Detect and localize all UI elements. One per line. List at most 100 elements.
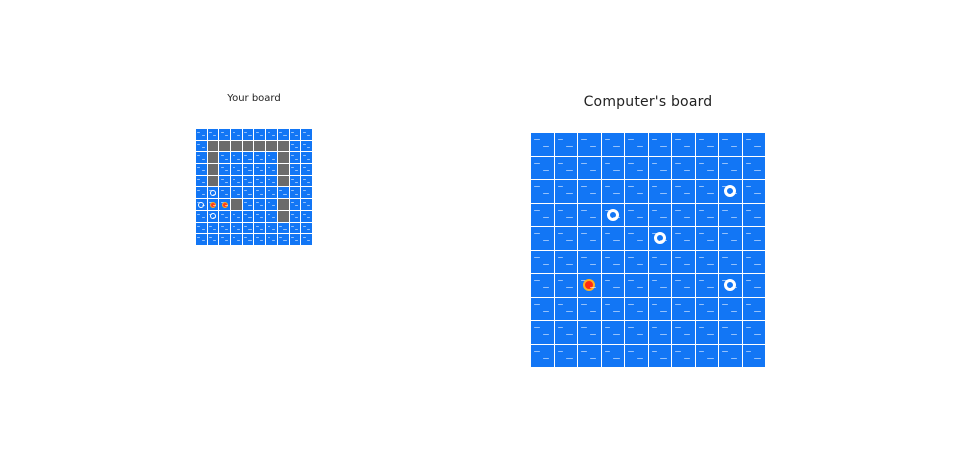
computer-board-cell[interactable] xyxy=(625,180,648,203)
computer-board-cell[interactable] xyxy=(554,133,577,156)
computer-board-cell[interactable] xyxy=(742,250,765,273)
computer-board-cell[interactable] xyxy=(648,156,671,179)
computer-board-cell[interactable] xyxy=(695,321,718,344)
computer-board-cell[interactable] xyxy=(578,274,601,297)
computer-board-cell[interactable] xyxy=(625,250,648,273)
computer-board-cell[interactable] xyxy=(625,344,648,367)
computer-board-cell[interactable] xyxy=(648,297,671,320)
computer-board-cell[interactable] xyxy=(578,297,601,320)
computer-board-cell[interactable] xyxy=(742,321,765,344)
computer-board-cell[interactable] xyxy=(695,133,718,156)
computer-board-cell[interactable] xyxy=(648,274,671,297)
computer-board-cell[interactable] xyxy=(601,156,624,179)
computer-board-cell[interactable] xyxy=(578,180,601,203)
computer-board-cell[interactable] xyxy=(578,344,601,367)
computer-board-cell[interactable] xyxy=(672,250,695,273)
computer-board-cell[interactable] xyxy=(601,180,624,203)
computer-board-cell[interactable] xyxy=(554,180,577,203)
computer-board-cell[interactable] xyxy=(672,344,695,367)
computer-board-cell[interactable] xyxy=(695,180,718,203)
computer-board-cell[interactable] xyxy=(531,180,554,203)
computer-board-cell[interactable] xyxy=(625,156,648,179)
computer-board-cell[interactable] xyxy=(531,344,554,367)
computer-board-cell[interactable] xyxy=(672,274,695,297)
computer-board-cell[interactable] xyxy=(625,297,648,320)
computer-board-cell[interactable] xyxy=(648,180,671,203)
computer-board-cell[interactable] xyxy=(742,274,765,297)
computer-board-cell[interactable] xyxy=(695,297,718,320)
computer-board-cell[interactable] xyxy=(719,133,742,156)
computer-board-cell[interactable] xyxy=(554,227,577,250)
computer-board-cell[interactable] xyxy=(672,203,695,226)
computer-board-cell[interactable] xyxy=(719,321,742,344)
computer-board-cell[interactable] xyxy=(625,203,648,226)
computer-board-cell[interactable] xyxy=(648,321,671,344)
computer-board-cell[interactable] xyxy=(695,156,718,179)
computer-board-cell[interactable] xyxy=(648,344,671,367)
computer-board-cell[interactable] xyxy=(742,227,765,250)
computer-board-cell[interactable] xyxy=(554,203,577,226)
computer-board-cell[interactable] xyxy=(531,274,554,297)
computer-board-cell[interactable] xyxy=(648,203,671,226)
computer-board-cell[interactable] xyxy=(531,227,554,250)
computer-board-cell[interactable] xyxy=(554,297,577,320)
computer-board-cell[interactable] xyxy=(554,321,577,344)
computer-board-cell[interactable] xyxy=(742,297,765,320)
computer-board-cell[interactable] xyxy=(531,203,554,226)
computer-board-cell[interactable] xyxy=(625,133,648,156)
computer-board-cell[interactable] xyxy=(672,180,695,203)
computer-board-cell[interactable] xyxy=(742,203,765,226)
computer-board[interactable] xyxy=(531,133,765,367)
computer-board-cell[interactable] xyxy=(601,227,624,250)
computer-board-cell[interactable] xyxy=(719,180,742,203)
computer-board-cell[interactable] xyxy=(719,274,742,297)
computer-board-cell[interactable] xyxy=(578,321,601,344)
computer-board-cell[interactable] xyxy=(578,227,601,250)
computer-board-cell[interactable] xyxy=(719,250,742,273)
computer-board-cell[interactable] xyxy=(554,274,577,297)
computer-board-cell[interactable] xyxy=(601,297,624,320)
computer-board-cell[interactable] xyxy=(719,297,742,320)
computer-board-cell[interactable] xyxy=(742,344,765,367)
computer-board-cell[interactable] xyxy=(648,250,671,273)
computer-board-cell[interactable] xyxy=(601,321,624,344)
computer-board-cell[interactable] xyxy=(578,133,601,156)
computer-board-cell[interactable] xyxy=(554,250,577,273)
computer-board-cell[interactable] xyxy=(578,156,601,179)
computer-board-cell[interactable] xyxy=(531,156,554,179)
computer-board-cell[interactable] xyxy=(531,321,554,344)
computer-board-cell[interactable] xyxy=(719,344,742,367)
computer-board-cell[interactable] xyxy=(531,250,554,273)
computer-board-cell[interactable] xyxy=(672,133,695,156)
computer-board-cell[interactable] xyxy=(601,344,624,367)
computer-board-cell[interactable] xyxy=(695,227,718,250)
computer-board-cell[interactable] xyxy=(625,227,648,250)
computer-board-cell[interactable] xyxy=(531,133,554,156)
computer-board-cell[interactable] xyxy=(625,274,648,297)
computer-board-cell[interactable] xyxy=(672,156,695,179)
computer-board-cell[interactable] xyxy=(695,344,718,367)
computer-board-cell[interactable] xyxy=(695,203,718,226)
computer-board-cell[interactable] xyxy=(695,250,718,273)
computer-board-cell[interactable] xyxy=(601,274,624,297)
computer-board-cell[interactable] xyxy=(648,133,671,156)
computer-board-cell[interactable] xyxy=(672,297,695,320)
computer-board-cell[interactable] xyxy=(601,203,624,226)
computer-board-cell[interactable] xyxy=(531,297,554,320)
computer-board-cell[interactable] xyxy=(625,321,648,344)
computer-board-cell[interactable] xyxy=(672,321,695,344)
computer-board-cell[interactable] xyxy=(742,180,765,203)
computer-board-cell[interactable] xyxy=(719,156,742,179)
computer-board-cell[interactable] xyxy=(719,227,742,250)
computer-board-cell[interactable] xyxy=(554,344,577,367)
computer-board-cell[interactable] xyxy=(742,133,765,156)
computer-board-cell[interactable] xyxy=(601,133,624,156)
computer-board-cell[interactable] xyxy=(719,203,742,226)
computer-board-cell[interactable] xyxy=(742,156,765,179)
computer-board-cell[interactable] xyxy=(672,227,695,250)
computer-board-cell[interactable] xyxy=(648,227,671,250)
computer-board-cell[interactable] xyxy=(554,156,577,179)
computer-board-cell[interactable] xyxy=(578,250,601,273)
computer-board-cell[interactable] xyxy=(601,250,624,273)
computer-board-cell[interactable] xyxy=(578,203,601,226)
